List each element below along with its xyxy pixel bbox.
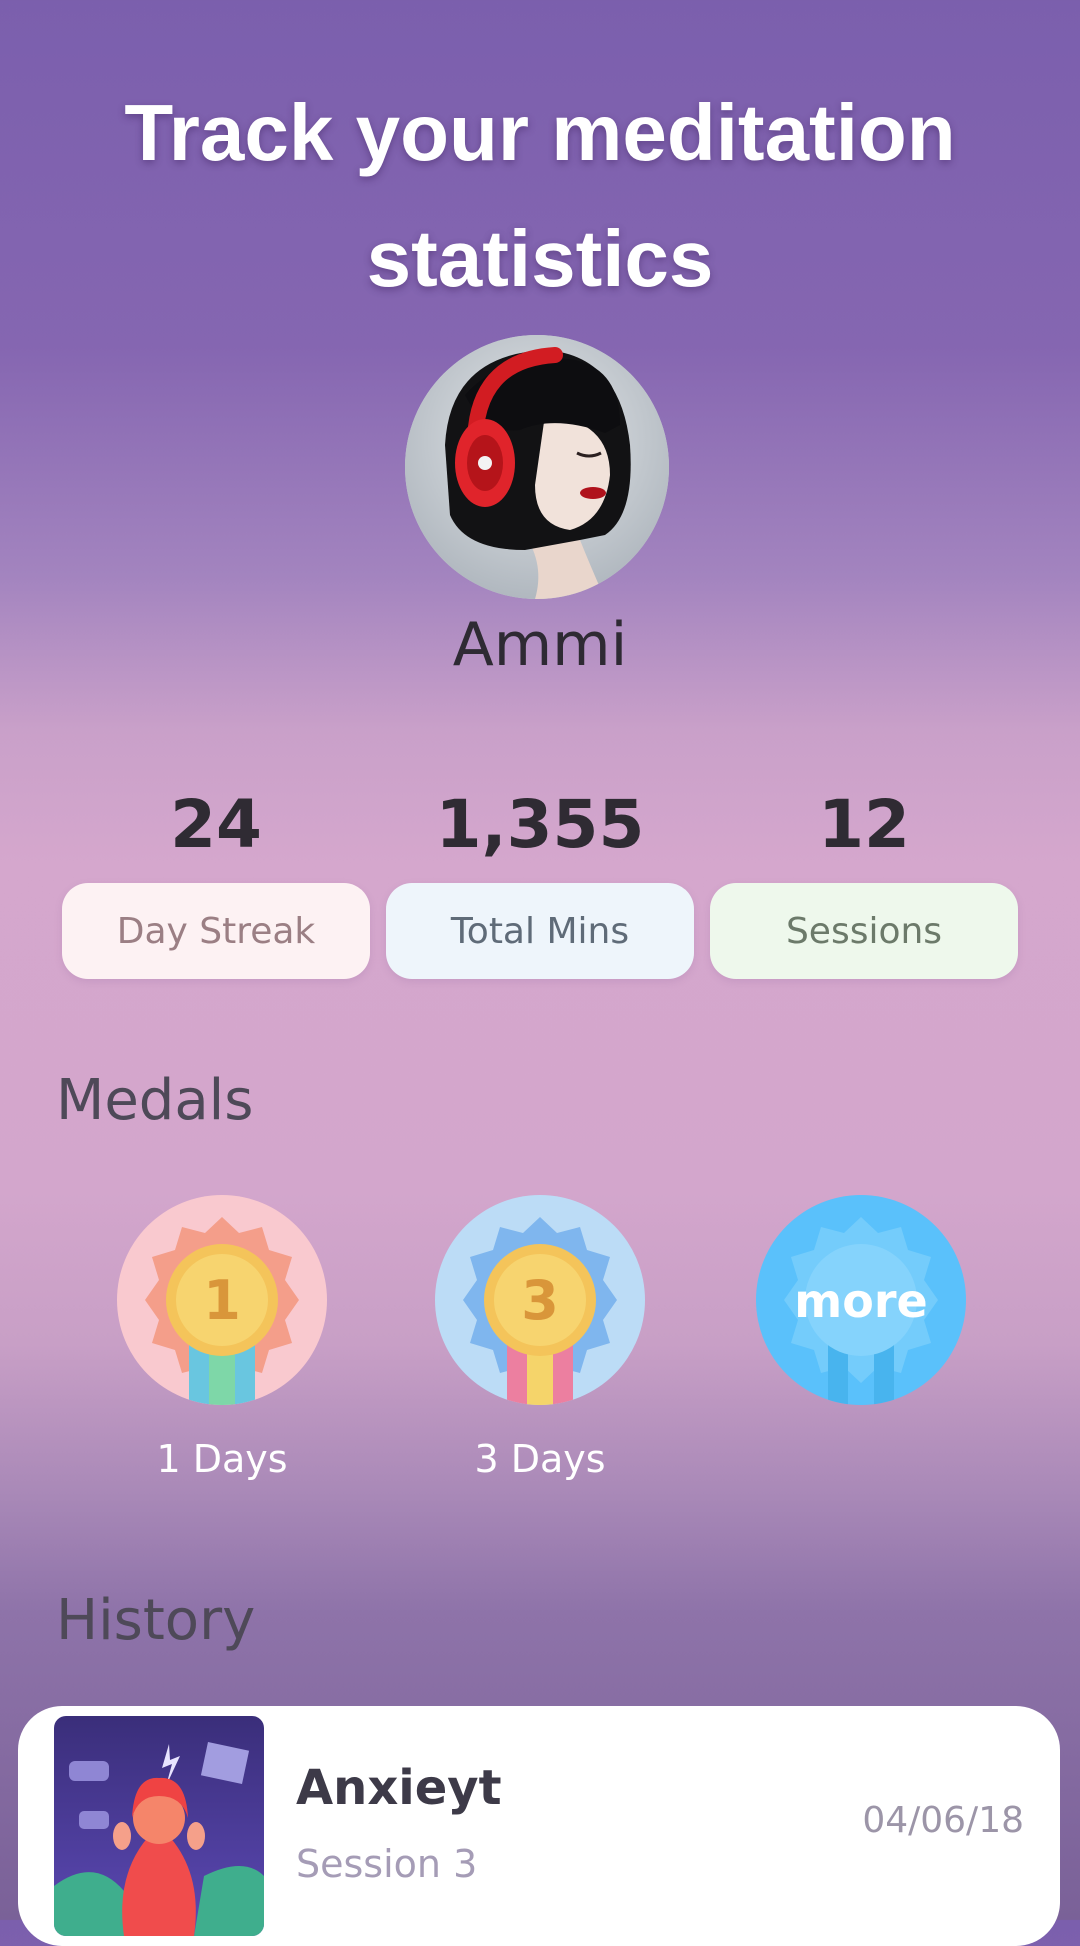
medal-ribbon-icon: 1	[145, 1217, 299, 1405]
history-item-subtitle: Session 3	[296, 1842, 478, 1886]
stat-sessions-value: 12	[818, 786, 910, 863]
headline-line-2: statistics	[366, 214, 714, 303]
medals-section-title: Medals	[56, 1068, 254, 1133]
medal-3-badge: 3	[435, 1195, 645, 1405]
stat-total-mins: 1,355 Total Mins	[386, 785, 694, 979]
anxiety-illustration-icon	[54, 1716, 264, 1936]
stat-sessions: 12 Sessions	[710, 785, 1018, 979]
medal-1-days[interactable]: 1 1 Days	[117, 1195, 327, 1481]
avatar-portrait-image	[405, 335, 669, 599]
history-thumbnail	[54, 1716, 264, 1936]
medal-3-days[interactable]: 3 3 Days	[435, 1195, 645, 1481]
medal-3-number: 3	[521, 1269, 559, 1332]
stat-day-streak-value: 24	[170, 786, 262, 863]
page-headline: Track your meditation statistics	[0, 70, 1080, 322]
stat-day-streak: 24 Day Streak	[62, 785, 370, 979]
headline-line-1: Track your meditation	[124, 88, 956, 177]
medal-1-number: 1	[203, 1269, 241, 1332]
stat-sessions-label: Sessions	[710, 883, 1018, 979]
medal-1-badge: 1	[117, 1195, 327, 1405]
profile-name: Ammi	[452, 610, 628, 680]
medal-3-label: 3 Days	[474, 1437, 606, 1481]
medal-ribbon-icon: 3	[463, 1217, 617, 1405]
history-item[interactable]: Anxieyt Session 3 04/06/18	[18, 1706, 1060, 1946]
stat-total-mins-value: 1,355	[435, 786, 645, 863]
medal-more-button[interactable]: more	[756, 1195, 966, 1405]
stat-total-mins-label: Total Mins	[386, 883, 694, 979]
history-item-date: 04/06/18	[862, 1800, 1024, 1841]
avatar[interactable]	[405, 335, 669, 599]
medal-more-text: more	[794, 1274, 927, 1328]
medal-more-badge: more	[756, 1195, 966, 1405]
stat-day-streak-label: Day Streak	[62, 883, 370, 979]
medal-1-label: 1 Days	[156, 1437, 288, 1481]
history-item-title: Anxieyt	[296, 1760, 502, 1816]
medal-more-icon: more	[784, 1217, 938, 1405]
history-section-title: History	[56, 1588, 256, 1653]
